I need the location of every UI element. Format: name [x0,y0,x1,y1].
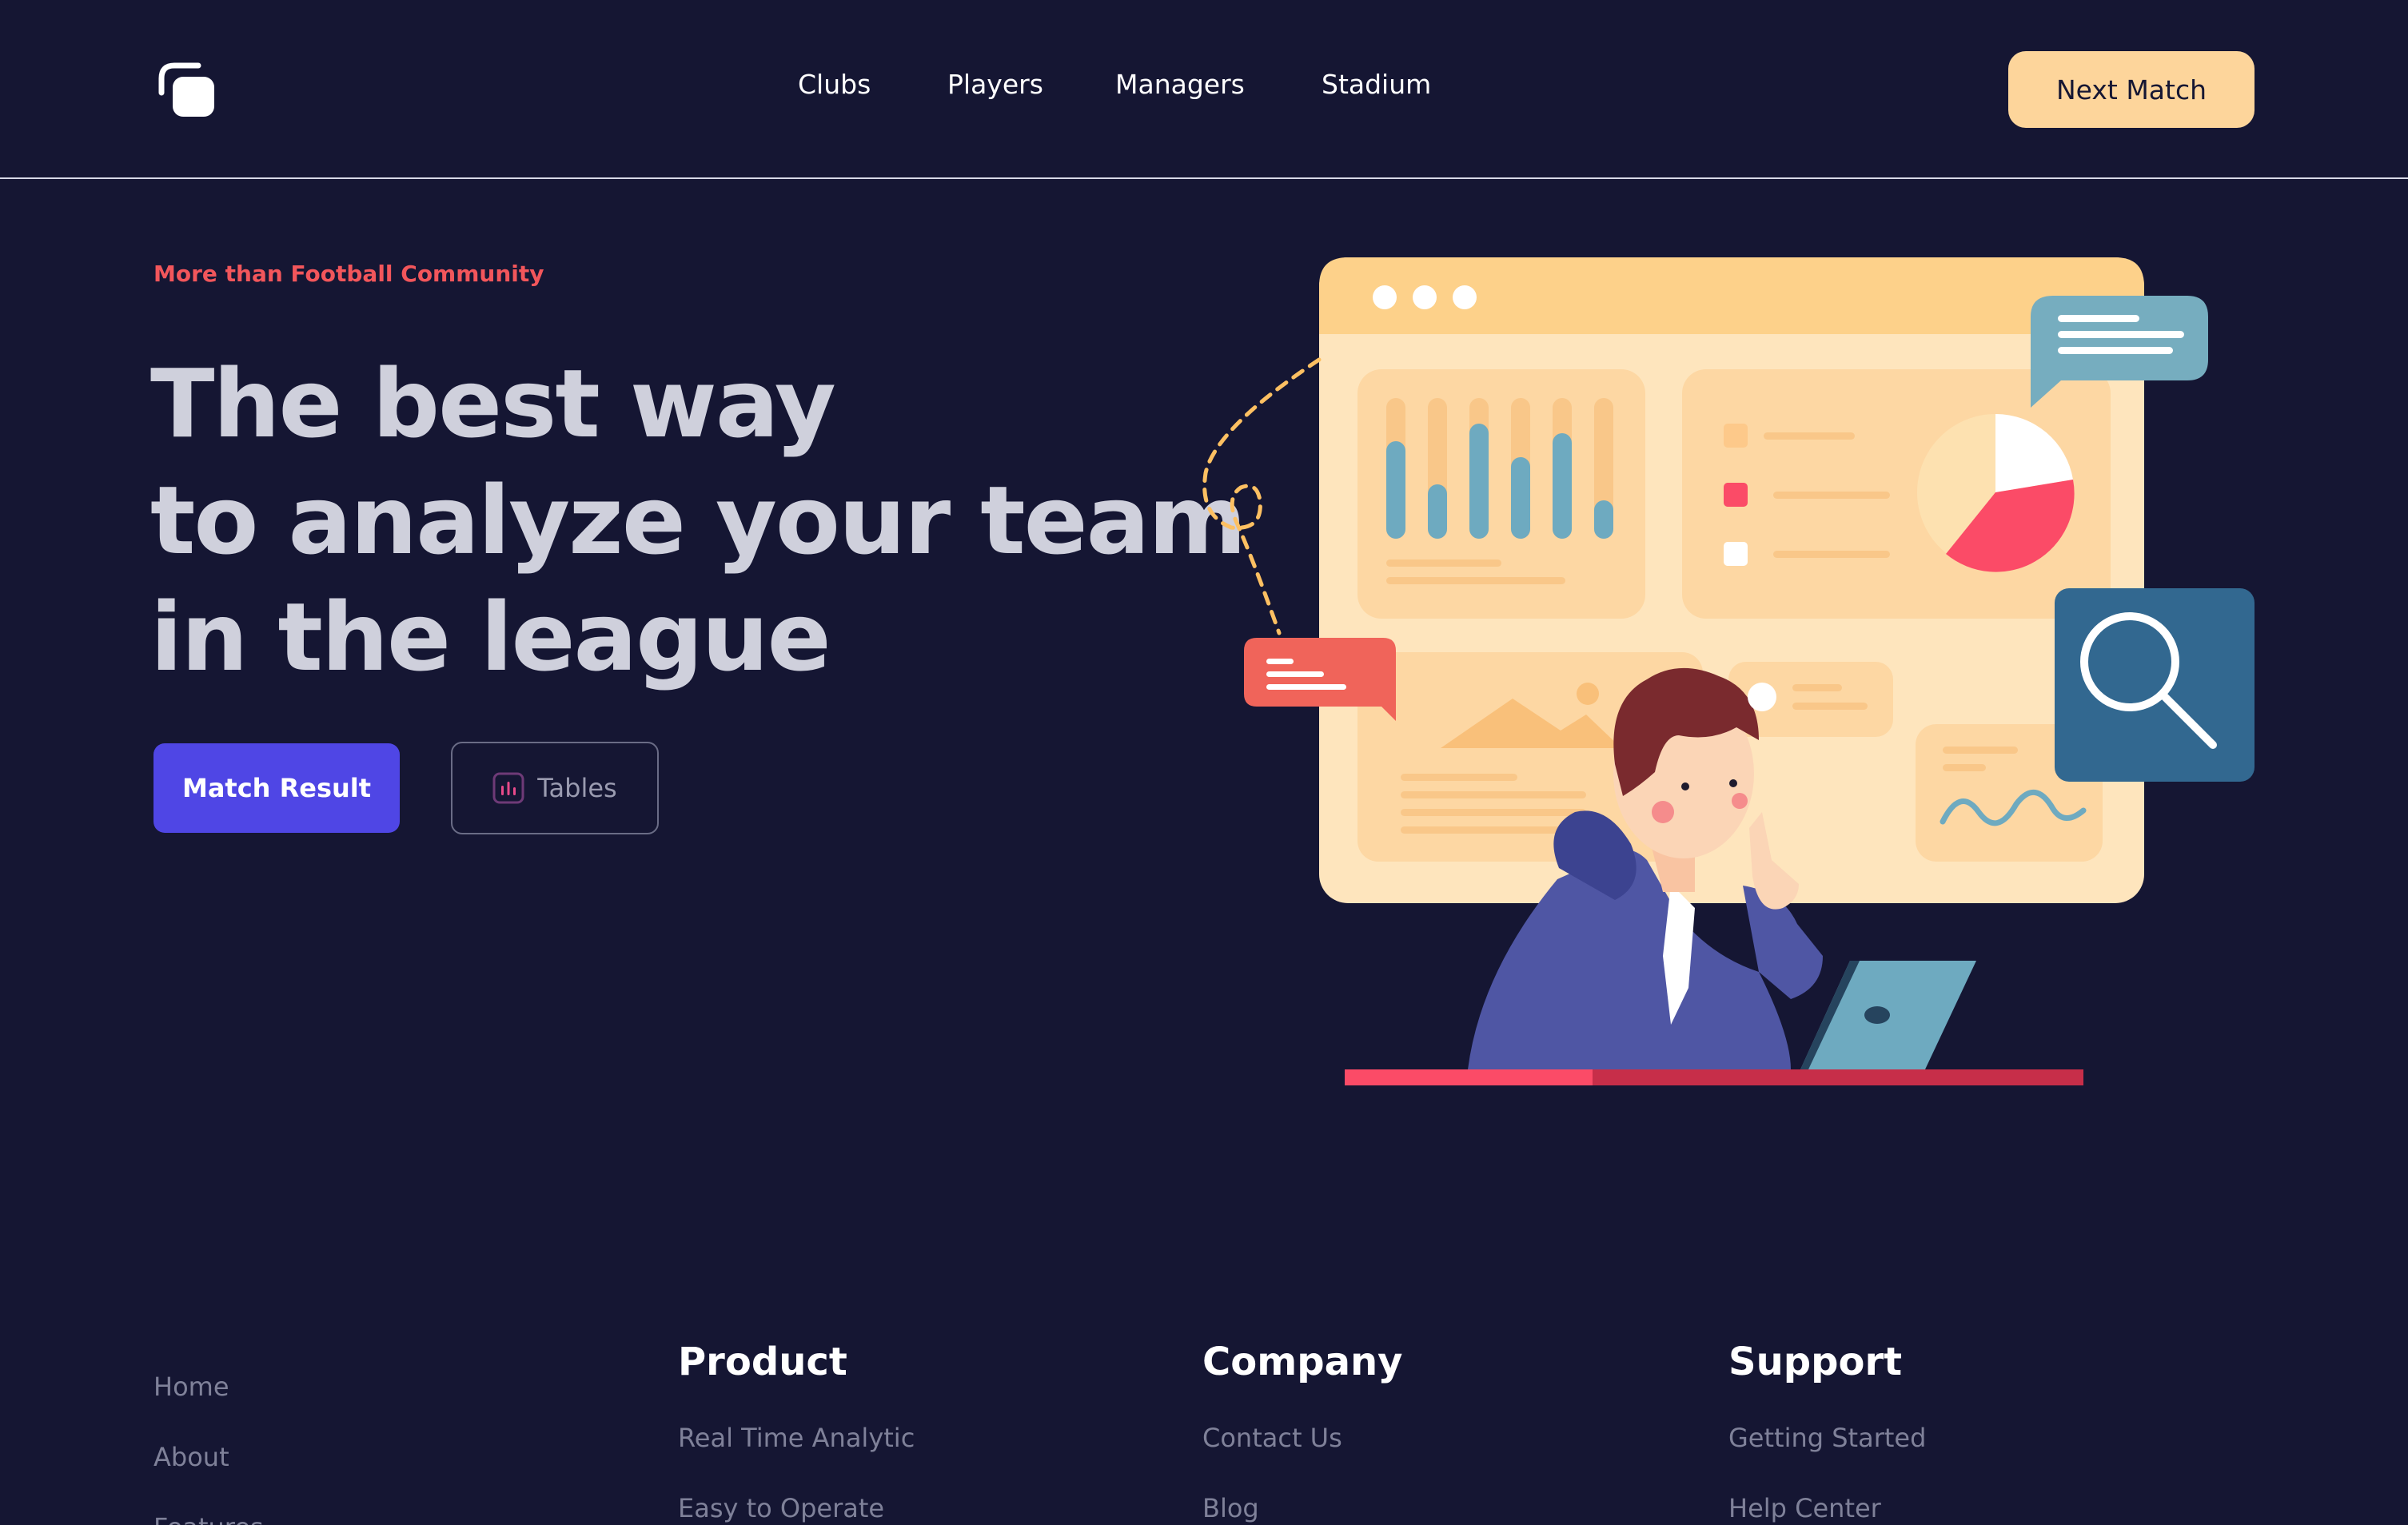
footer-link-contact-us[interactable]: Contact Us [1202,1423,1342,1453]
hero-eyebrow: More than Football Community [153,261,544,287]
header-divider [0,177,2408,179]
nav-link-stadium[interactable]: Stadium [1322,69,1431,100]
magnifier-icon [2055,588,2255,782]
nav-link-clubs[interactable]: Clubs [798,69,871,100]
footer-heading-product: Product [678,1340,847,1384]
hero-headline: The best way to analyze your team in the… [150,345,1246,695]
footer-link-about[interactable]: About [153,1442,229,1472]
next-match-button[interactable]: Next Match [2008,51,2255,128]
nav-link-managers[interactable]: Managers [1115,69,1245,100]
analytics-illustration [1202,257,2255,1085]
footer-link-real-time-analytic[interactable]: Real Time Analytic [678,1423,915,1453]
tables-button[interactable]: Tables [451,742,659,834]
bar-chart-icon [492,772,524,804]
headline-line-1: The best way [150,348,836,459]
stacked-squares-logo-icon[interactable] [157,61,217,120]
nav-link-players[interactable]: Players [947,69,1043,100]
landing-page: Clubs Players Managers Stadium Next Matc… [0,0,2408,1525]
tables-button-label: Tables [537,773,617,803]
footer-heading-support: Support [1728,1340,1903,1384]
footer-heading-company: Company [1202,1340,1403,1384]
footer-link-home[interactable]: Home [153,1372,229,1402]
site-header: Clubs Players Managers Stadium Next Matc… [0,0,2408,179]
footer-link-blog[interactable]: Blog [1202,1493,1259,1523]
footer-link-easy-to-operate[interactable]: Easy to Operate [678,1493,884,1523]
footer-link-getting-started[interactable]: Getting Started [1728,1423,1926,1453]
footer-link-help-center[interactable]: Help Center [1728,1493,1881,1523]
match-result-button[interactable]: Match Result [153,743,400,833]
footer-link-features[interactable]: Features [153,1512,264,1525]
headline-line-3: in the league [150,582,831,692]
headline-line-2: to analyze your team [150,465,1246,575]
